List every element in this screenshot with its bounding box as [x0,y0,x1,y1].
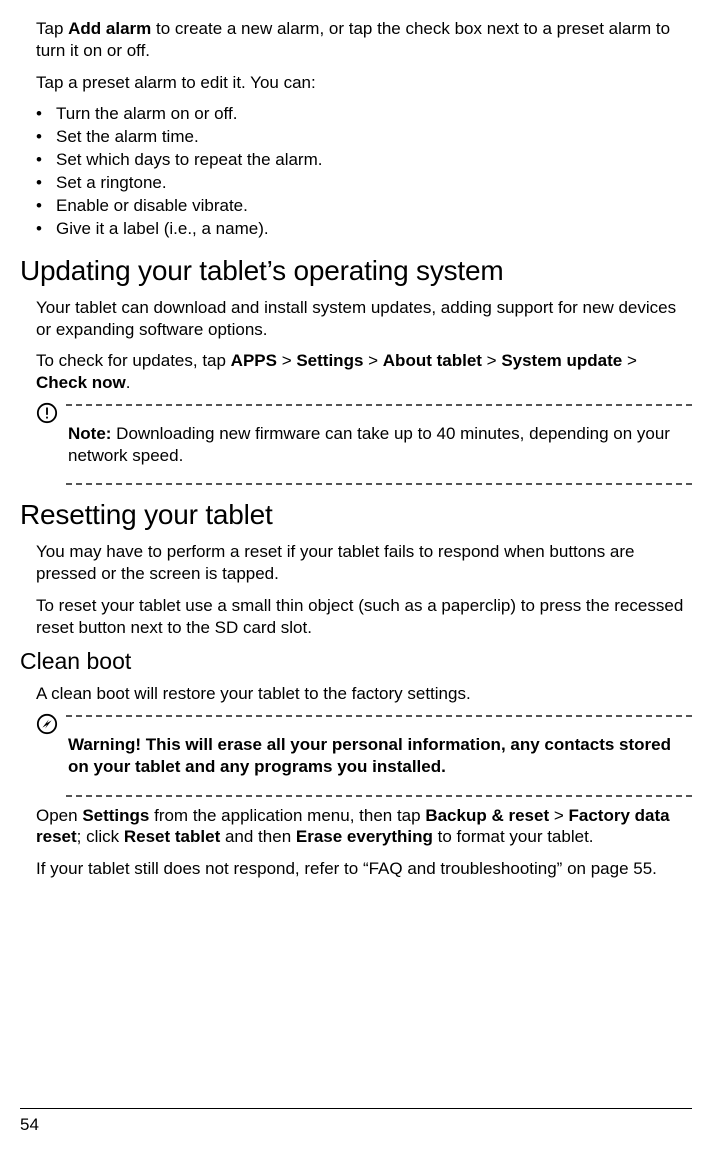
dashed-rule [66,795,692,797]
bold-text: Add alarm [68,19,151,38]
bold-text: APPS [231,351,277,370]
text: to format your tablet. [433,827,594,846]
text: ; click [77,827,124,846]
text: . [126,373,131,392]
note-text: Note: Downloading new firmware can take … [68,423,692,467]
dashed-rule [66,715,692,717]
cleanboot-paragraph-3: If your tablet still does not respond, r… [36,858,692,880]
intro-paragraph-2: Tap a preset alarm to edit it. You can: [36,72,692,94]
bold-text: Backup & reset [425,806,549,825]
heading-resetting: Resetting your tablet [20,499,692,531]
warning-text: Warning! This will erase all your person… [68,734,692,778]
bold-text: Erase everything [296,827,433,846]
text: Downloading new firmware can take up to … [68,424,670,465]
list-item: Set the alarm time. [36,126,692,149]
list-item: Give it a label (i.e., a name). [36,218,692,241]
note-icon [36,402,58,429]
bold-text: Reset tablet [124,827,220,846]
manual-page: Tap Add alarm to create a new alarm, or … [0,0,712,1149]
warning-icon [36,713,58,740]
dashed-rule [66,404,692,406]
cleanboot-paragraph-2: Open Settings from the application menu,… [36,805,692,849]
list-item: Set which days to repeat the alarm. [36,149,692,172]
bold-text: Settings [296,351,363,370]
text: > [549,806,568,825]
text: Tap [36,19,68,38]
warning-callout: Warning! This will erase all your person… [36,715,692,797]
bold-text: Settings [82,806,149,825]
resetting-paragraph-1: You may have to perform a reset if your … [36,541,692,585]
text: > [277,351,296,370]
heading-updating: Updating your tablet’s operating system [20,255,692,287]
cleanboot-paragraph-1: A clean boot will restore your tablet to… [36,683,692,705]
text: and then [220,827,296,846]
note-label: Note: [68,424,111,443]
text: > [622,351,637,370]
resetting-paragraph-2: To reset your tablet use a small thin ob… [36,595,692,639]
list-item: Turn the alarm on or off. [36,103,692,126]
footer-rule [20,1108,692,1109]
text: Open [36,806,82,825]
page-number: 54 [20,1115,39,1135]
text: from the application menu, then tap [149,806,425,825]
text: To check for updates, tap [36,351,231,370]
list-item: Set a ringtone. [36,172,692,195]
dashed-rule [66,483,692,485]
text: > [363,351,382,370]
list-item: Enable or disable vibrate. [36,195,692,218]
note-callout: Note: Downloading new firmware can take … [36,404,692,486]
text: > [482,351,501,370]
updating-paragraph-2: To check for updates, tap APPS > Setting… [36,350,692,394]
bold-text: About tablet [383,351,482,370]
bold-text: System update [501,351,622,370]
heading-clean-boot: Clean boot [20,648,692,675]
intro-paragraph-1: Tap Add alarm to create a new alarm, or … [36,18,692,62]
alarm-options-list: Turn the alarm on or off. Set the alarm … [36,103,692,241]
bold-text: Check now [36,373,126,392]
updating-paragraph-1: Your tablet can download and install sys… [36,297,692,341]
